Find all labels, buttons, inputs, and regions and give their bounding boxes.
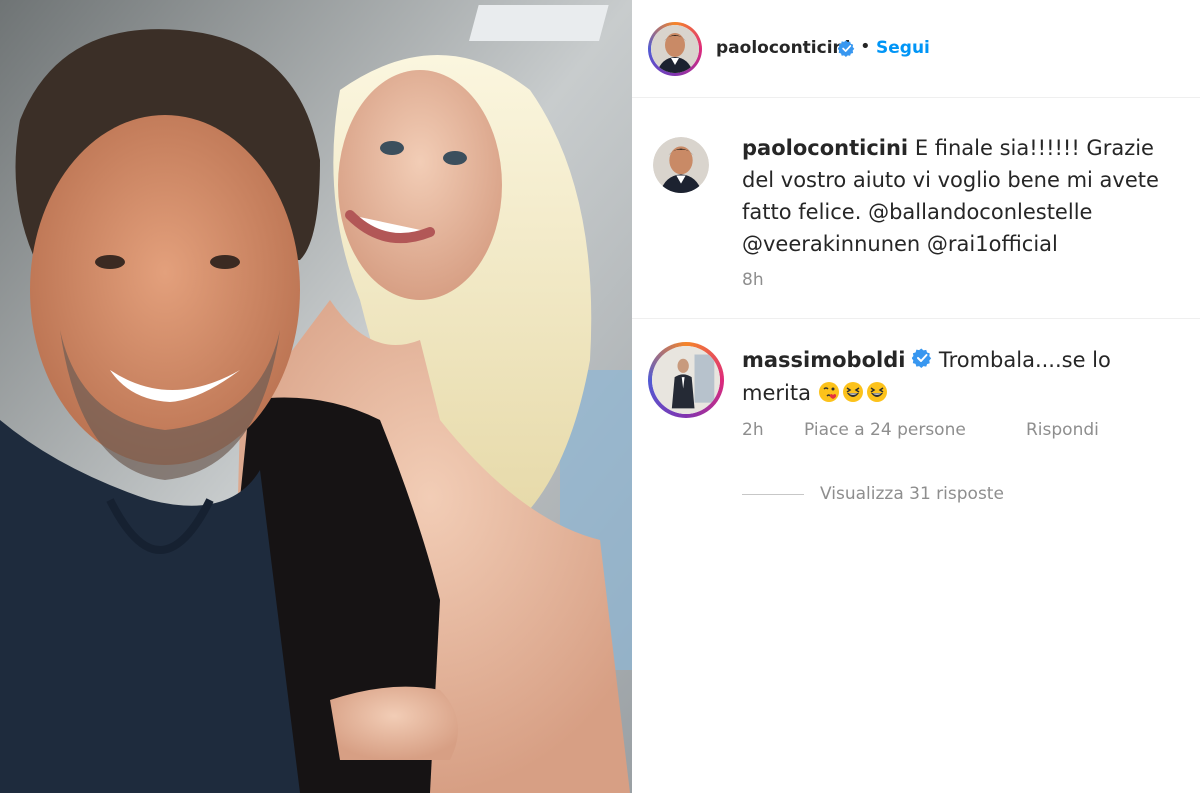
grinning-squinting-face-icon [866,380,888,402]
commenter-avatar[interactable] [652,346,720,414]
face-blowing-kiss-icon [818,380,840,402]
comment-text-block: massimoboldi Trombala....se lo merita [742,344,1182,409]
mention-rai1official[interactable]: @rai1official [927,232,1058,256]
avatar-image [651,25,699,73]
post-caption: paoloconticini E finale sia!!!!!! Grazie… [742,132,1182,290]
comment-likes-count[interactable]: Piace a 24 persone [804,420,966,440]
comment-username[interactable]: massimoboldi [742,348,905,372]
author-username[interactable]: paoloconticini [716,38,850,58]
verified-badge-icon [837,40,855,61]
follow-button[interactable]: Segui [876,38,930,58]
caption-text-block: paoloconticini E finale sia!!!!!! Grazie… [742,132,1182,260]
header-separator: • [860,36,871,57]
post-photo[interactable] [0,0,632,793]
replies-divider-line [742,494,804,495]
grinning-squinting-face-icon [842,380,864,402]
avatar-image [652,346,720,414]
comment: massimoboldi Trombala....se lo merita [742,344,1182,409]
section-divider [632,318,1200,319]
avatar-image [653,137,709,193]
post-details-panel: paoloconticini • Segui paoloconticini E … [632,0,1200,793]
mention-ballandoconlestelle[interactable]: @ballandoconlestelle [868,200,1092,224]
caption-username[interactable]: paoloconticini [742,136,908,160]
selfie-photo-image [0,0,632,793]
author-avatar[interactable] [651,25,699,73]
verified-badge-icon [911,345,932,377]
view-replies-label[interactable]: Visualizza 31 risposte [820,484,1004,504]
mention-veerakinnunen[interactable]: @veerakinnunen [742,232,920,256]
post-header: paoloconticini • Segui [632,0,1200,98]
caption-author-avatar[interactable] [653,137,709,193]
reply-button[interactable]: Rispondi [1026,420,1099,440]
comment-timestamp[interactable]: 2h [742,420,764,440]
caption-timestamp[interactable]: 8h [742,270,1182,290]
